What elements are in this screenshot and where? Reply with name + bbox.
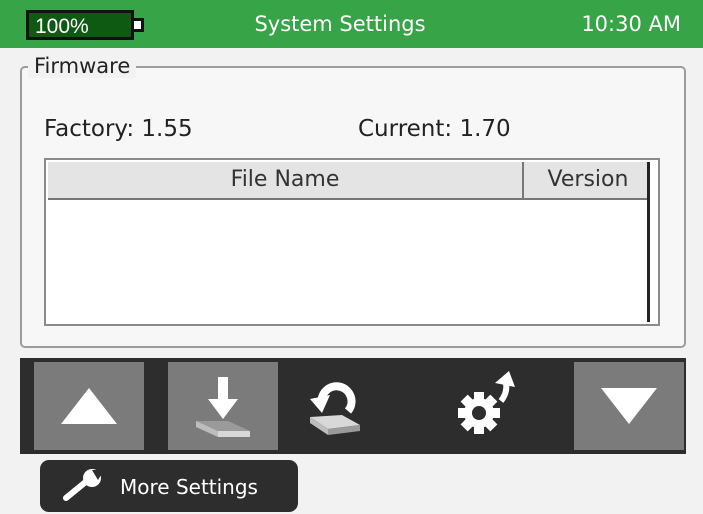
scroll-down-button[interactable]	[574, 362, 684, 450]
more-settings-label: More Settings	[120, 475, 258, 499]
factory-version: Factory: 1.55	[44, 116, 193, 142]
column-header-version[interactable]: Version	[526, 162, 650, 198]
battery-indicator: 100%	[26, 10, 134, 40]
page-title: System Settings	[254, 12, 426, 36]
wrench-icon	[63, 469, 104, 501]
download-icon	[196, 377, 250, 437]
more-settings-button[interactable]: More Settings	[40, 460, 298, 512]
table-scrollbar[interactable]	[647, 162, 656, 322]
clock: 10:30 AM	[581, 12, 681, 36]
factory-reset-button[interactable]	[432, 362, 542, 450]
install-firmware-button[interactable]	[168, 362, 278, 450]
column-header-file-name[interactable]: File Name	[48, 162, 524, 198]
battery-tip	[134, 18, 144, 32]
restore-icon	[310, 382, 360, 435]
firmware-file-table[interactable]: File Name Version	[44, 158, 660, 326]
battery-level: 100%	[35, 15, 89, 38]
scroll-up-button[interactable]	[34, 362, 144, 450]
table-header: File Name Version	[48, 162, 652, 200]
arrow-down-icon	[601, 388, 657, 424]
action-toolbar	[20, 358, 686, 454]
current-version: Current: 1.70	[358, 116, 511, 142]
arrow-up-icon	[61, 388, 117, 424]
settings-reset-icon	[458, 371, 515, 434]
status-bar: 100% System Settings 10:30 AM	[0, 0, 703, 48]
restore-firmware-button[interactable]	[280, 362, 390, 450]
firmware-legend: Firmware	[28, 54, 137, 78]
